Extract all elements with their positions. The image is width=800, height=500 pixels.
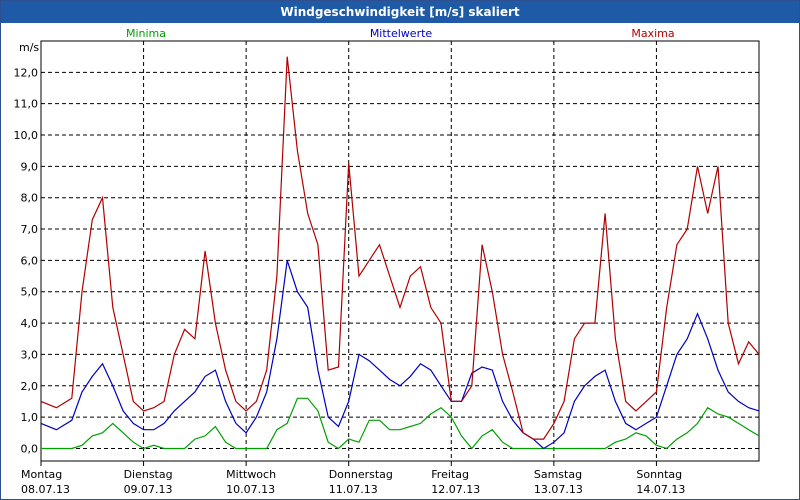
y-tick-label: 2,0 [21,380,39,393]
y-tick-label: 1,0 [21,411,39,424]
series-lines [40,56,760,450]
y-tick-label: 8,0 [21,192,39,205]
grid-lines [41,41,759,461]
y-tick-label: 0,0 [21,442,39,455]
x-tick-day: Samstag [534,468,582,481]
x-tick-day: Freitag [431,468,469,481]
y-tick-label: 7,0 [21,223,39,236]
x-tick-date: 12.07.13 [431,483,480,496]
x-tick-date: 09.07.13 [124,483,173,496]
y-tick-label: 10,0 [14,129,39,142]
series-line-maxima [40,56,760,440]
x-tick-date: 14.07.13 [636,483,685,496]
y-axis-unit-label: m/s [19,41,39,54]
window-title: Windgeschwindigkeit [m/s] skaliert [1,1,799,23]
y-axis-ticks: 0,0 1,0 2,0 3,0 4,0 5,0 6,0 7,0 8,0 9,0 10,0 11,0 12… [14,66,39,455]
y-tick-label: 12,0 [14,66,39,79]
x-tick-date: 10.07.13 [226,483,275,496]
legend: Minima Mittelwerte Maxima [126,27,675,40]
x-tick-day: Donnerstag [329,468,393,481]
x-tick-day: Montag [21,468,62,481]
x-axis-ticks: Montag 08.07.13 Dienstag 09.07.13 Mittwoch 10… [21,461,685,496]
y-tick-label: 6,0 [21,254,39,267]
y-tick-label: 11,0 [14,98,39,111]
x-tick-date: 13.07.13 [534,483,583,496]
chart-window: Windgeschwindigkeit [m/s] skaliert m/s 0… [0,0,800,500]
wind-speed-chart: m/s 0,0 1,0 2,0 3,0 4,0 5,0 6,0 7,0 8,0 9,0 10,0 11… [14,27,760,496]
y-tick-label: 3,0 [21,348,39,361]
legend-mittelwerte: Mittelwerte [370,27,433,40]
x-tick-date: 08.07.13 [21,483,70,496]
series-line-minima [41,397,760,450]
y-tick-label: 9,0 [21,160,39,173]
legend-minima: Minima [126,27,166,40]
x-tick-date: 11.07.13 [329,483,378,496]
legend-maxima: Maxima [631,27,674,40]
x-tick-day: Sonntag [636,468,682,481]
x-tick-day: Dienstag [124,468,173,481]
y-tick-label: 5,0 [21,286,39,299]
y-tick-label: 4,0 [21,317,39,330]
x-tick-day: Mittwoch [226,468,276,481]
